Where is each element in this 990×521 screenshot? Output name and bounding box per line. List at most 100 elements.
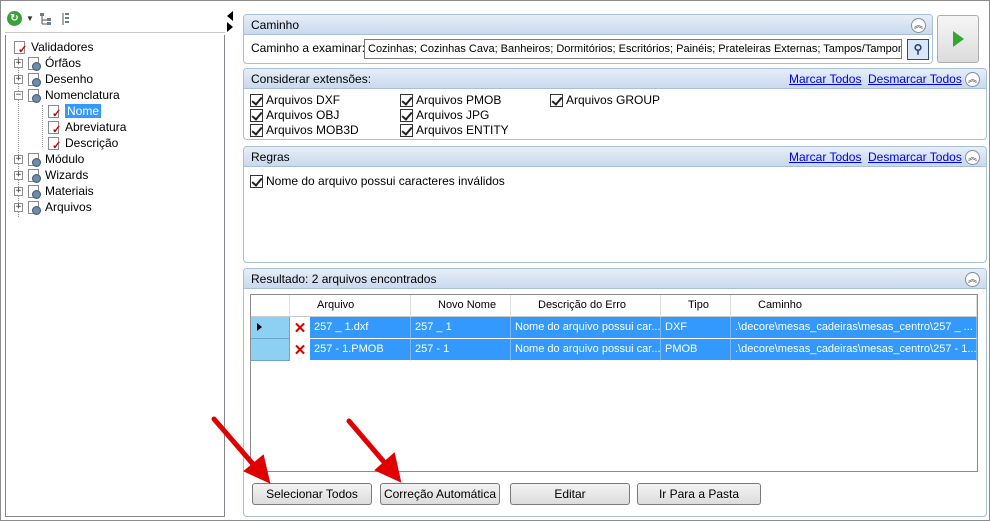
ext-jpg-checkbox[interactable]: Arquivos JPG <box>400 108 489 122</box>
checkbox-icon <box>250 123 263 137</box>
cell-novo-nome[interactable]: 257 _ 1 <box>411 317 511 339</box>
row-header[interactable] <box>251 317 290 339</box>
rule-doc-icon: ✓ <box>46 104 62 119</box>
cell-descricao[interactable]: Nome do arquivo possui car... <box>511 317 661 339</box>
checkbox-label: Arquivos MOB3D <box>266 123 359 137</box>
checkbox-label: Arquivos JPG <box>416 108 490 122</box>
select-all-button[interactable]: Selecionar Todos <box>252 483 372 505</box>
folder-gear-icon <box>26 184 42 199</box>
mark-all-link[interactable]: Marcar Todos <box>789 150 861 164</box>
expand-icon[interactable]: + <box>14 170 23 180</box>
ext-obj-checkbox[interactable]: Arquivos OBJ <box>250 108 339 122</box>
tree-node-label: Descrição <box>65 136 119 150</box>
collapse-tree-icon[interactable] <box>58 11 74 27</box>
collapse-left-icon[interactable] <box>227 11 233 21</box>
collapse-panel-icon[interactable]: ︽ <box>965 150 980 165</box>
col-caminho[interactable]: Caminho <box>731 295 977 317</box>
tree-node-wizards[interactable]: + Wizards <box>14 167 88 183</box>
unmark-all-link[interactable]: Desmarcar Todos <box>868 150 962 164</box>
col-descricao[interactable]: Descrição do Erro <box>511 295 661 317</box>
extensions-header: Considerar extensões: Marcar Todos Desma… <box>244 69 986 89</box>
validator-tree-pane: ↻ ▼ ✓ Validadores + Órfãos + Desenho − N… <box>5 5 225 517</box>
cell-caminho[interactable]: .\decore\mesas_cadeiras\mesas_centro\257… <box>731 339 977 361</box>
ext-pmob-checkbox[interactable]: Arquivos PMOB <box>400 93 501 107</box>
cell-novo-nome[interactable]: 257 - 1 <box>411 339 511 361</box>
binoculars-icon[interactable]: ⚲ <box>907 39 929 60</box>
expand-tree-icon[interactable] <box>38 11 54 27</box>
tree-node-label: Desenho <box>45 72 94 86</box>
results-panel: Resultado: 2 arquivos encontrados ︽ Arqu… <box>243 268 987 517</box>
checkbox-icon <box>400 108 413 122</box>
expand-icon[interactable]: + <box>14 202 23 212</box>
cell-arquivo[interactable]: 257 _ 1.dxf <box>310 317 411 339</box>
tree-node-descricao[interactable]: ✓ Descrição <box>46 135 118 151</box>
folder-gear-icon <box>26 72 42 87</box>
tree-node-desenho[interactable]: + Desenho <box>14 71 93 87</box>
mark-all-link[interactable]: Marcar Todos <box>789 72 861 86</box>
ext-group-checkbox[interactable]: Arquivos GROUP <box>550 93 660 107</box>
expand-icon[interactable]: + <box>14 154 23 164</box>
checkbox-label: Arquivos OBJ <box>266 108 340 122</box>
rule-doc-icon: ✓ <box>46 136 62 151</box>
ext-mob3d-checkbox[interactable]: Arquivos MOB3D <box>250 123 359 137</box>
col-tipo[interactable]: Tipo <box>661 295 731 317</box>
grid-header: Arquivo Novo Nome Descrição do Erro Tipo… <box>251 295 977 317</box>
refresh-icon[interactable]: ↻ <box>7 11 22 26</box>
checkbox-icon <box>400 93 413 107</box>
tree-view[interactable]: ✓ Validadores + Órfãos + Desenho − Nomen… <box>5 35 225 517</box>
checkbox-icon <box>250 93 263 107</box>
ext-dxf-checkbox[interactable]: Arquivos DXF <box>250 93 340 107</box>
tree-node-nomenclatura[interactable]: − Nomenclatura <box>14 87 120 103</box>
validator-icon: ✓ <box>12 40 28 55</box>
run-button[interactable] <box>937 15 979 63</box>
collapse-panel-icon[interactable]: ︽ <box>965 72 980 87</box>
expand-right-icon[interactable] <box>227 22 233 32</box>
checkbox-label: Arquivos ENTITY <box>416 123 509 137</box>
col-arquivo[interactable]: Arquivo <box>290 295 411 317</box>
cell-tipo[interactable]: PMOB <box>661 339 731 361</box>
rule-doc-icon: ✓ <box>46 120 62 135</box>
auto-fix-button[interactable]: Correção Automática <box>380 483 500 505</box>
folder-gear-icon <box>26 200 42 215</box>
row-header[interactable] <box>251 339 290 361</box>
tree-node-abreviatura[interactable]: ✓ Abreviatura <box>46 119 126 135</box>
tree-node-nome[interactable]: ✓ Nome <box>46 103 103 119</box>
expand-icon[interactable]: + <box>14 74 23 84</box>
expand-icon[interactable]: + <box>14 186 23 196</box>
tree-node-materiais[interactable]: + Materiais <box>14 183 94 199</box>
tree-node-label: Abreviatura <box>65 120 127 134</box>
dropdown-arrow-icon[interactable]: ▼ <box>26 14 34 23</box>
expand-icon[interactable]: + <box>14 58 23 68</box>
tree-toolbar: ↻ ▼ <box>5 5 225 33</box>
col-novo-nome[interactable]: Novo Nome <box>411 295 511 317</box>
cell-caminho[interactable]: .\decore\mesas_cadeiras\mesas_centro\257… <box>731 317 977 339</box>
path-input[interactable]: Cozinhas; Cozinhas Cava; Banheiros; Dorm… <box>364 39 902 59</box>
rules-header: Regras Marcar Todos Desmarcar Todos ︽ <box>244 147 986 167</box>
tree-node-label: Wizards <box>45 168 89 182</box>
collapse-panel-icon[interactable]: ︽ <box>965 272 980 287</box>
tree-node-modulo[interactable]: + Módulo <box>14 151 84 167</box>
tree-node-root[interactable]: ✓ Validadores <box>12 39 93 55</box>
error-x-icon: ✕ <box>290 339 310 361</box>
tree-node-label: Nomenclatura <box>45 88 120 102</box>
extensions-panel: Considerar extensões: Marcar Todos Desma… <box>243 68 987 140</box>
table-row[interactable]: ✕ 257 - 1.PMOB 257 - 1 Nome do arquivo p… <box>251 339 977 361</box>
tree-node-orfaos[interactable]: + Órfãos <box>14 55 81 71</box>
checkbox-icon <box>250 108 263 122</box>
cell-descricao[interactable]: Nome do arquivo possui car... <box>511 339 661 361</box>
table-row[interactable]: ✕ 257 _ 1.dxf 257 _ 1 Nome do arquivo po… <box>251 317 977 339</box>
checkbox-icon <box>550 93 563 107</box>
edit-button[interactable]: Editar <box>510 483 630 505</box>
panel-splitter[interactable] <box>225 5 235 517</box>
cell-tipo[interactable]: DXF <box>661 317 731 339</box>
tree-node-label: Módulo <box>45 152 85 166</box>
ext-entity-checkbox[interactable]: Arquivos ENTITY <box>400 123 509 137</box>
results-grid[interactable]: Arquivo Novo Nome Descrição do Erro Tipo… <box>250 294 978 472</box>
tree-node-arquivos[interactable]: + Arquivos <box>14 199 92 215</box>
collapse-panel-icon[interactable]: ︽ <box>911 18 926 33</box>
go-to-folder-button[interactable]: Ir Para a Pasta <box>637 483 761 505</box>
rule-invalid-chars-checkbox[interactable]: Nome do arquivo possui caracteres inváli… <box>250 174 505 188</box>
unmark-all-link[interactable]: Desmarcar Todos <box>868 72 962 86</box>
cell-arquivo[interactable]: 257 - 1.PMOB <box>310 339 411 361</box>
collapse-icon[interactable]: − <box>14 90 23 100</box>
